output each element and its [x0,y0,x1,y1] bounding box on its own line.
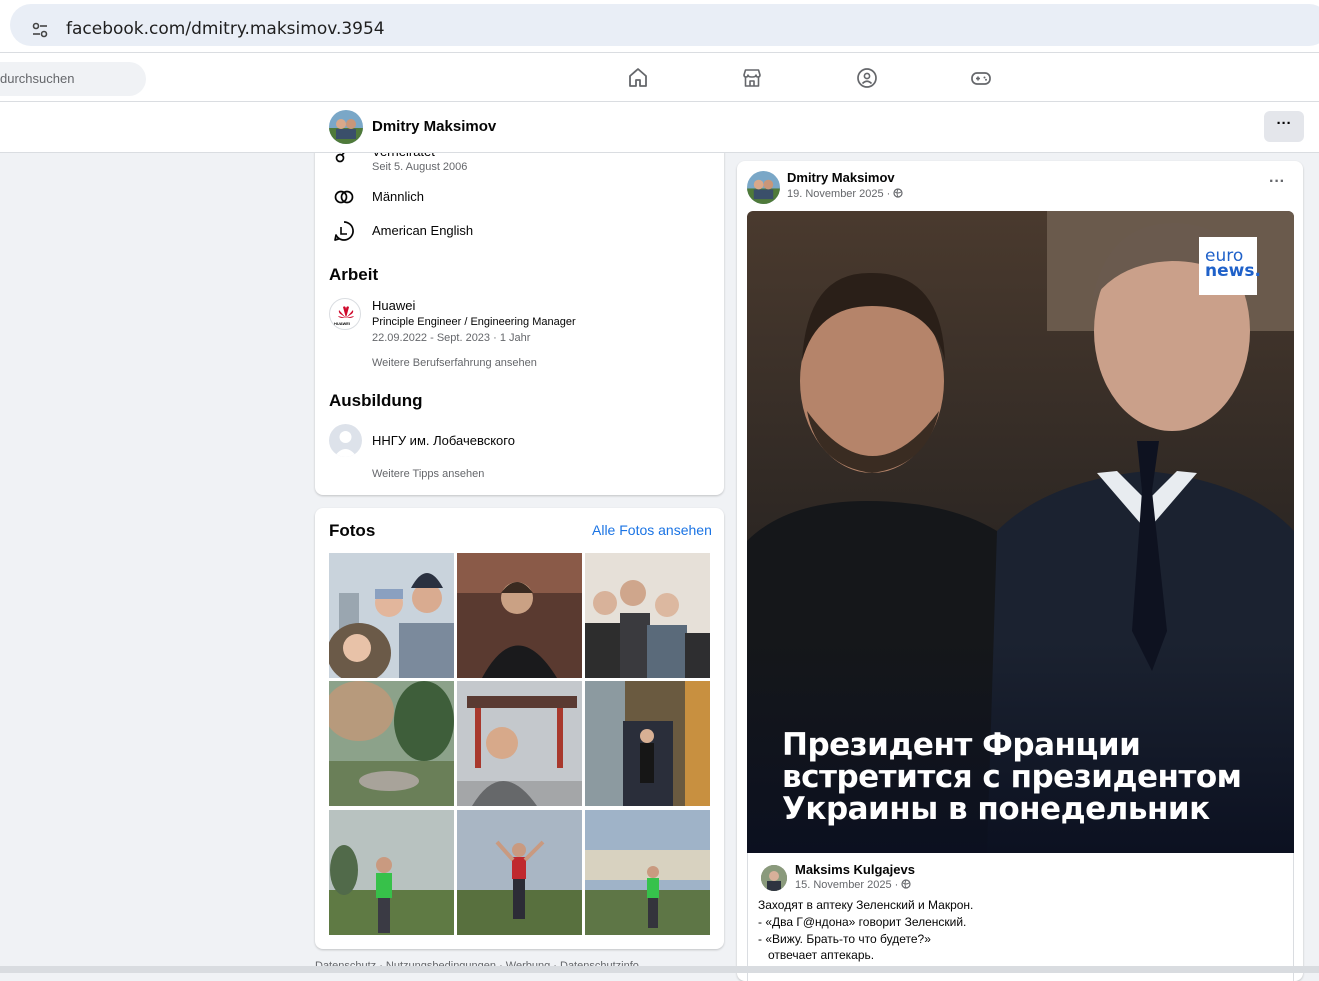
gender-text: Männlich [372,189,425,204]
post-date[interactable]: 19. November 2025 · [787,188,903,200]
profile-sticky-header: Dmitry Maksimov ··· [0,102,1319,153]
profile-name[interactable]: Dmitry Maksimov [372,118,496,135]
caption-line: встретится с президентом [782,759,1242,795]
search-placeholder: durchsuchen [0,71,75,86]
work-company[interactable]: Huawei [372,298,415,313]
default-avatar-icon [334,431,357,457]
photo-garden [329,681,454,806]
language-text: American English [372,223,474,238]
search-input[interactable]: durchsuchen [0,62,146,96]
caption-line: Украины в понедельник [782,791,1210,827]
avatar-photo [747,171,780,204]
avatar-photo [761,865,787,891]
url-text[interactable]: facebook.com/dmitry.maksimov.3954 [66,19,385,39]
shared-date[interactable]: 15. November 2025 · [795,879,911,891]
post-card: Dmitry Maksimov 19. November 2025 · ··· [737,161,1303,981]
avatar-photo [329,110,363,144]
gaming-icon[interactable] [969,66,993,90]
photo-sunset-field [585,810,710,935]
more-work-link[interactable]: Weitere Berufserfahrung ansehen [372,357,537,369]
shared-post: Maksims Kulgajevs 15. November 2025 · За… [747,853,1294,981]
work-period: 22.09.2022 - Sept. 2023 · 1 Jahr [372,332,531,344]
profile-more-button[interactable]: ··· [1264,111,1304,142]
photo-thumbnail[interactable] [457,553,582,678]
photo-conference-stand [585,681,710,806]
shared-text-line: Заходят в аптеку Зеленский и Макрон. [758,898,974,912]
photo-thumbnail[interactable] [585,553,710,678]
see-all-photos-link[interactable]: Alle Fotos ansehen [592,522,712,538]
education-section-title: Ausbildung [329,391,423,410]
site-settings-icon[interactable] [30,20,50,40]
marketplace-icon[interactable] [740,66,764,90]
work-role: Principle Engineer / Engineering Manager [372,316,576,328]
work-section-title: Arbeit [329,265,379,284]
shared-text-line: - «Два Г@ндона» говорит Зеленский. [758,915,967,929]
gender-icon [334,190,354,204]
post-image[interactable]: euro news. Президент Франции встретится … [747,211,1294,853]
url-field[interactable]: facebook.com/dmitry.maksimov.3954 [10,4,1319,46]
home-icon[interactable] [626,66,650,90]
post-date-text: 19. November 2025 · [787,188,894,200]
photo-thumbnail[interactable] [585,810,710,935]
more-tips-link[interactable]: Weitere Tipps ansehen [372,468,484,480]
browser-address-bar: facebook.com/dmitry.maksimov.3954 [0,0,1319,52]
shared-author-avatar[interactable] [761,865,787,891]
photo-thumbnail[interactable] [329,553,454,678]
post-more-button[interactable]: ··· [1269,173,1285,191]
post-author-avatar[interactable] [747,171,780,204]
language-icon [334,221,354,241]
groups-icon[interactable] [855,66,879,90]
photo-foggy-field [329,810,454,935]
profile-avatar[interactable] [329,110,363,144]
intro-card: Verheiratet Seit 5. August 2006 Männlich… [315,140,724,495]
shared-text-line: отвечает аптекарь. [758,948,875,962]
shared-text-line: - «Вижу. Брать-то что будете?» [758,932,931,946]
globe-icon [901,879,911,889]
euronews-logo-line2: news. [1205,261,1261,281]
shared-author-name[interactable]: Maksims Kulgajevs [795,862,915,877]
euronews-logo: euro news. [1205,248,1261,281]
photos-title: Fotos [329,521,376,540]
huawei-logo[interactable]: HUAWEI [329,298,361,330]
photo-family-selfie [329,553,454,678]
photo-group-at-table [585,553,710,678]
shared-date-text: 15. November 2025 · [795,879,902,891]
facebook-top-nav: durchsuchen [0,52,1319,102]
relationship-since: Seit 5. August 2006 [372,161,468,173]
photo-thumbnail[interactable] [329,810,454,935]
huawei-logo-text: HUAWEI [334,321,350,326]
photo-thumbnail[interactable] [457,681,582,806]
photos-card: Fotos Alle Fotos ansehen [315,508,724,949]
photo-thumbnail[interactable] [585,681,710,806]
photo-night-building [457,553,582,678]
photo-thumbnail[interactable] [457,810,582,935]
education-school[interactable]: ННГУ им. Лобачевского [372,433,515,448]
globe-icon [893,188,903,198]
post-author-name[interactable]: Dmitry Maksimov [787,170,895,185]
photo-temple-selfie [457,681,582,806]
caption-line: Президент Франции [782,727,1141,763]
school-avatar[interactable] [329,424,362,457]
photo-thumbnail[interactable] [329,681,454,806]
photo-arms-raised [457,810,582,935]
window-bottom-edge [0,966,1319,973]
